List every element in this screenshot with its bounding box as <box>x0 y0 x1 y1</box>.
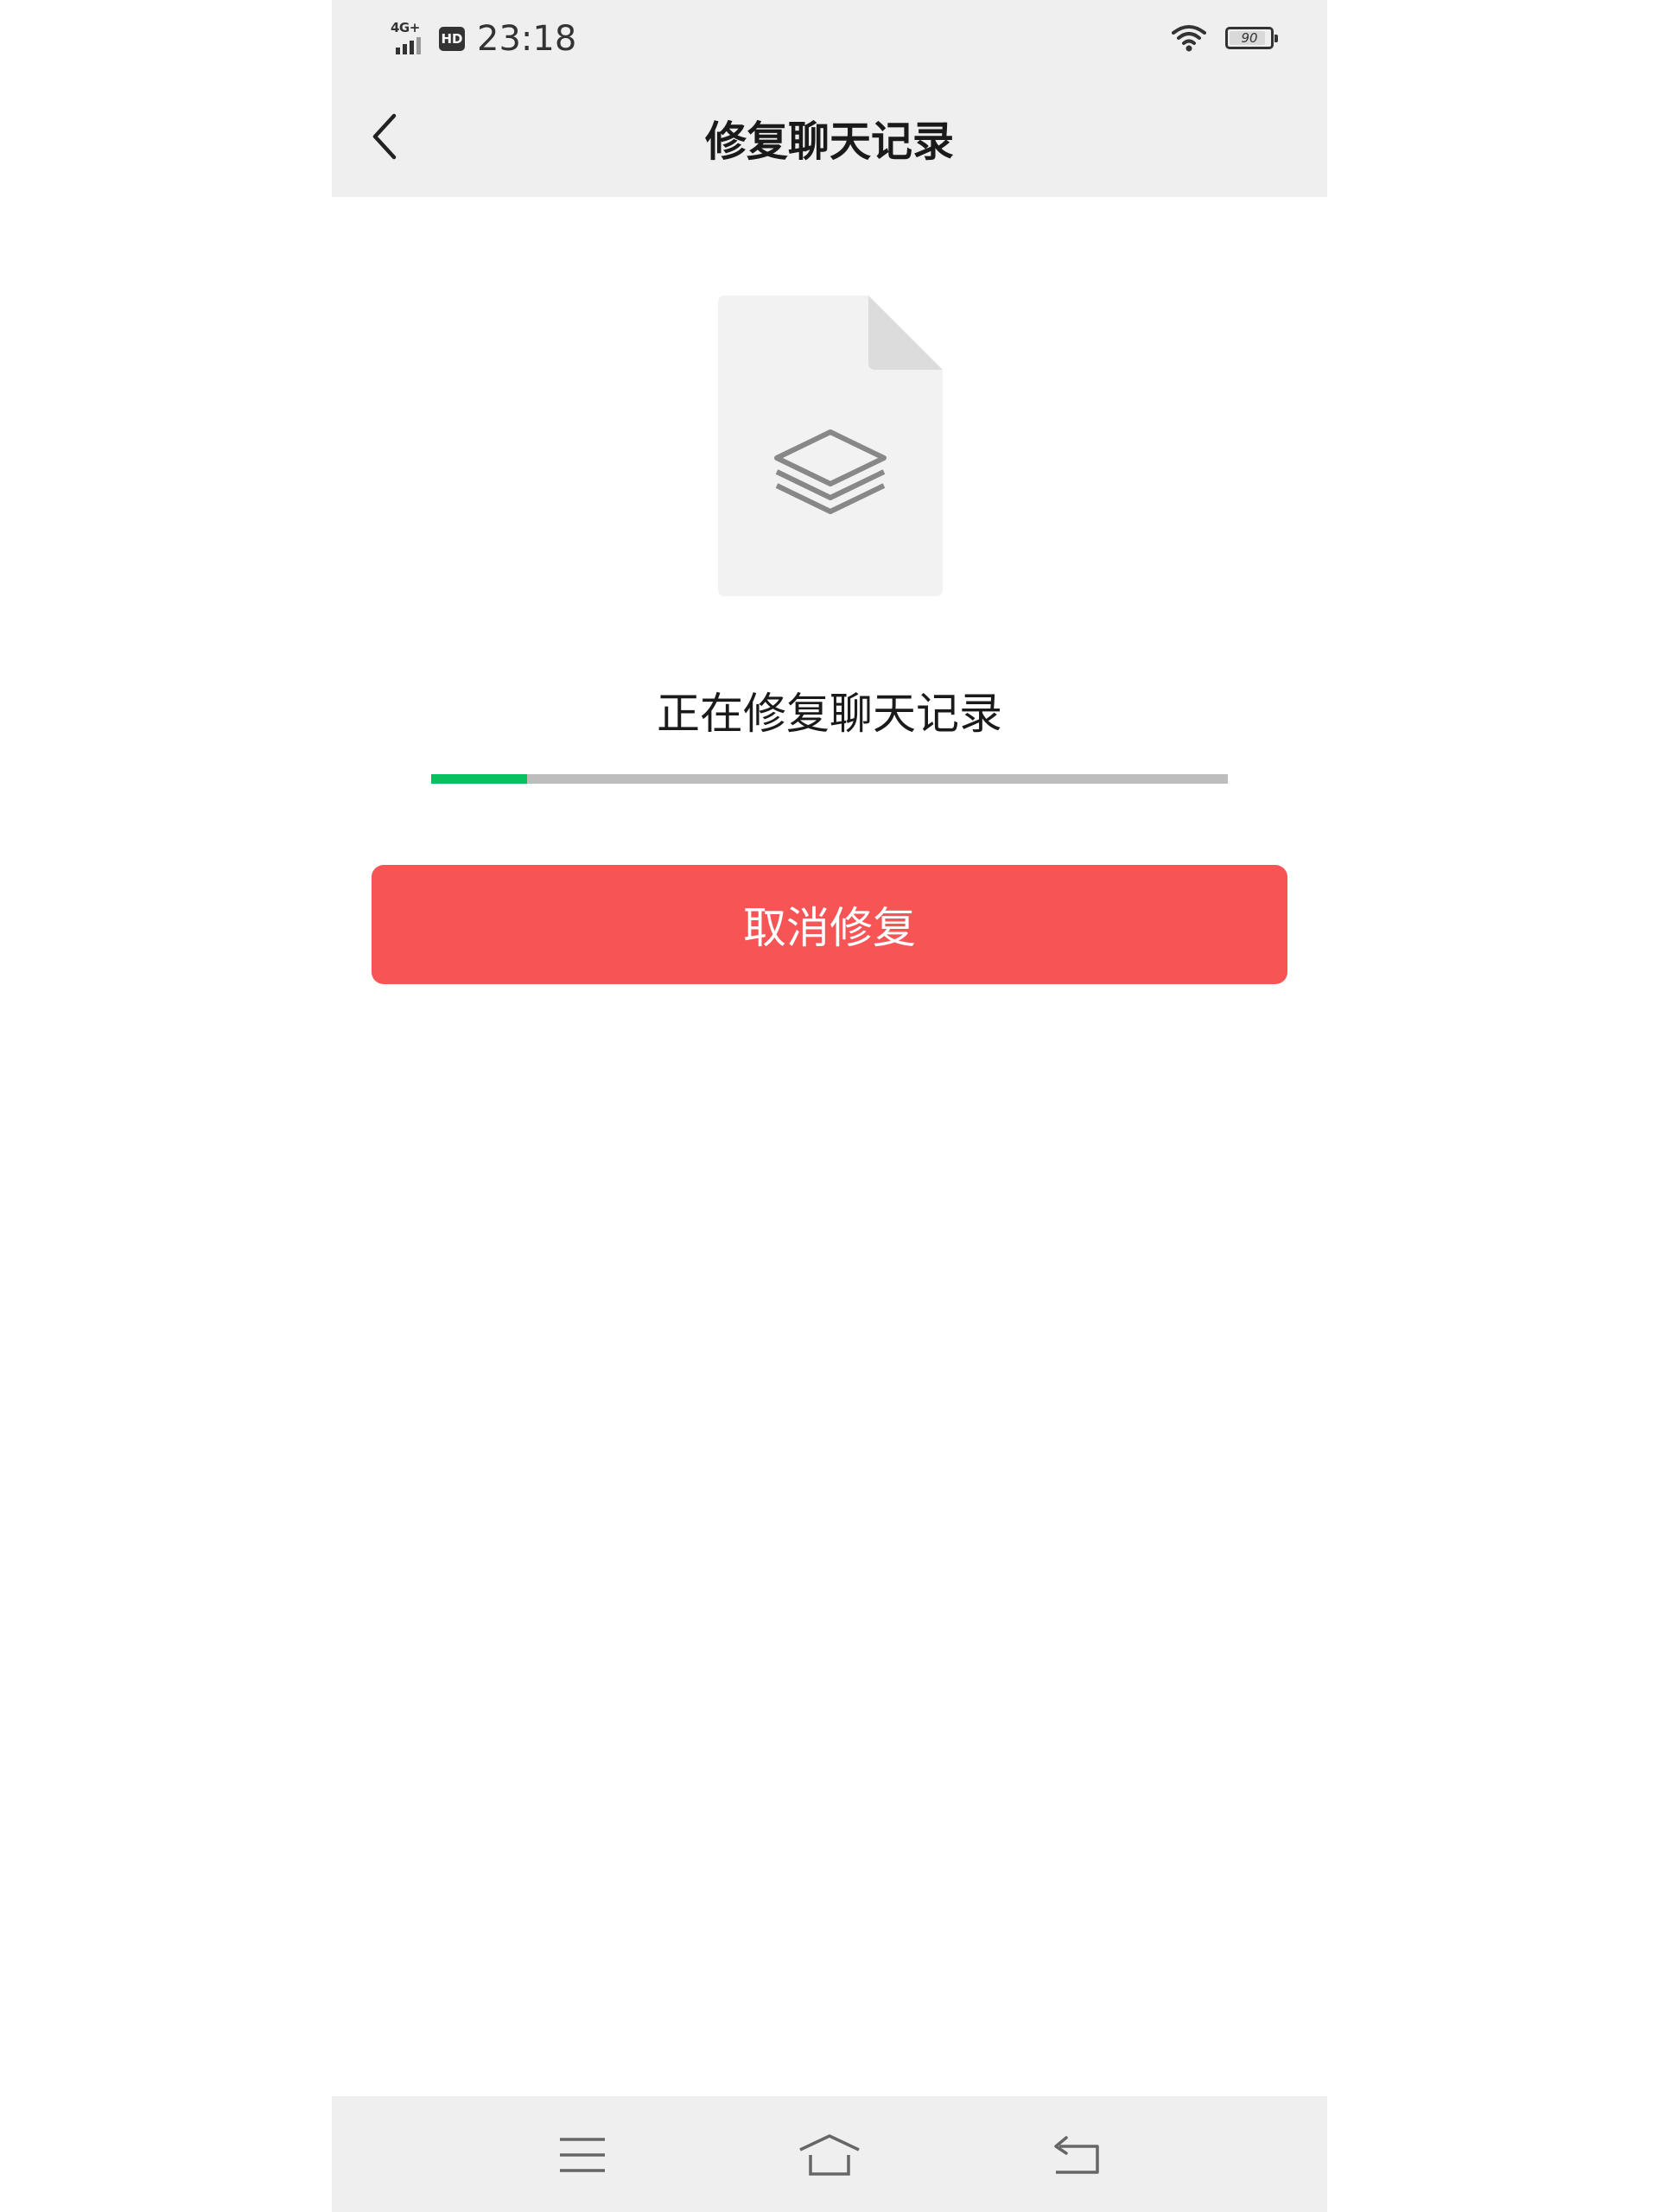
top-bar: 4G+ HD 23:18 90 修复聊天记录 <box>332 0 1327 197</box>
hd-badge: HD <box>439 27 465 51</box>
phone-screen: 4G+ HD 23:18 90 修复聊天记录 正在修复聊天记录 取消修复 <box>332 0 1327 2212</box>
return-icon <box>1054 2136 1099 2174</box>
home-icon <box>799 2134 860 2176</box>
status-time: 23:18 <box>477 19 577 59</box>
home-button[interactable] <box>795 2122 864 2188</box>
status-left: 4G+ HD 23:18 <box>389 16 576 62</box>
document-icon <box>718 296 943 596</box>
page: 4G+ HD 23:18 90 修复聊天记录 正在修复聊天记录 取消修复 <box>0 0 1659 2212</box>
menu-button[interactable] <box>548 2122 617 2188</box>
menu-icon <box>560 2138 605 2172</box>
page-title: 修复聊天记录 <box>704 118 954 166</box>
status-right: 90 <box>1172 19 1278 57</box>
battery-icon: 90 <box>1225 27 1278 49</box>
system-navigation-bar <box>332 2096 1327 2212</box>
repair-progress-fill <box>431 774 527 784</box>
battery-percent: 90 <box>1241 30 1258 46</box>
network-type: 4G+ <box>391 20 420 35</box>
repair-status-text: 正在修复聊天记录 <box>657 689 1002 739</box>
cancel-repair-button[interactable]: 取消修复 <box>372 865 1287 984</box>
repair-progress-bar <box>431 774 1228 784</box>
return-button[interactable] <box>1042 2122 1111 2188</box>
wifi-icon <box>1172 25 1206 52</box>
cellular-signal-icon: 4G+ <box>389 20 427 58</box>
